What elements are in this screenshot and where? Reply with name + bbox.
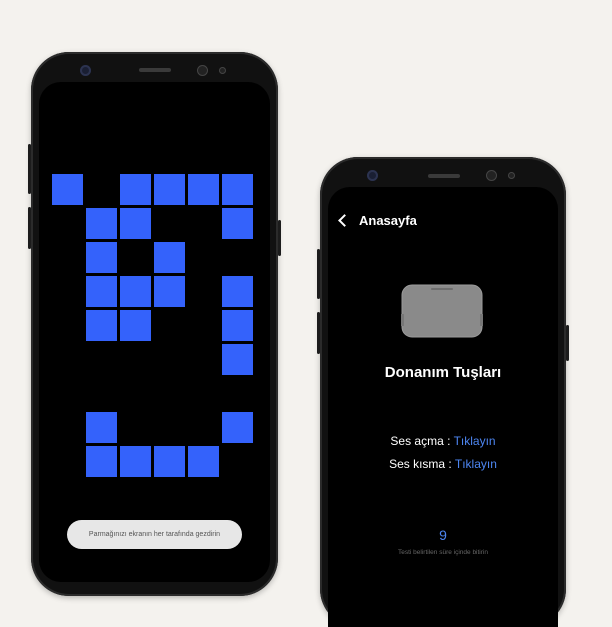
- front-camera-icon: [80, 65, 91, 76]
- hardware-keys-screen: Anasayfa Donanım Tuşları Ses açma : Tıkl…: [328, 187, 558, 627]
- iris-sensor-icon: [197, 65, 208, 76]
- touch-grid-cell[interactable]: [153, 241, 186, 274]
- touch-grid-cell[interactable]: [187, 445, 220, 478]
- bixby-button: [28, 207, 31, 249]
- bixby-button: [317, 312, 320, 354]
- volume-down-row: Ses kısma : Tıklayın: [328, 457, 558, 471]
- power-button: [278, 220, 281, 256]
- countdown-caption: Testi belirtilen süre içinde bitirin: [398, 549, 488, 556]
- volume-up-row: Ses açma : Tıklayın: [328, 434, 558, 448]
- power-button: [566, 325, 569, 361]
- speaker-grille: [428, 174, 460, 178]
- touch-grid-cell[interactable]: [153, 173, 186, 206]
- volume-up-link[interactable]: Tıklayın: [454, 434, 496, 448]
- nav-bar: Anasayfa: [338, 213, 417, 228]
- proximity-sensor-icon: [508, 172, 515, 179]
- volume-button: [317, 249, 320, 299]
- speaker-grille: [139, 68, 171, 72]
- touch-grid-cell[interactable]: [51, 173, 84, 206]
- touch-grid-cell[interactable]: [85, 275, 118, 308]
- touch-grid-cell[interactable]: [119, 207, 152, 240]
- phone-right: Anasayfa Donanım Tuşları Ses açma : Tıkl…: [317, 157, 569, 627]
- countdown-value: 9: [439, 527, 447, 543]
- touch-grid-cell[interactable]: [119, 445, 152, 478]
- touch-grid-cell[interactable]: [85, 207, 118, 240]
- touch-grid-cell[interactable]: [221, 173, 254, 206]
- touch-grid-cell[interactable]: [221, 343, 254, 376]
- touch-grid-cell[interactable]: [187, 173, 220, 206]
- volume-button: [28, 144, 31, 194]
- touch-grid-cell[interactable]: [153, 275, 186, 308]
- iris-sensor-icon: [486, 170, 497, 181]
- touch-grid-cell[interactable]: [85, 411, 118, 444]
- chevron-left-icon[interactable]: [338, 214, 351, 227]
- hardware-keys-icon: [401, 284, 483, 338]
- touch-grid-cell[interactable]: [119, 173, 152, 206]
- touch-grid-cell[interactable]: [221, 207, 254, 240]
- nav-title[interactable]: Anasayfa: [359, 213, 417, 228]
- instruction-toast: Parmağınızı ekranın her tarafında gezdir…: [67, 520, 242, 549]
- proximity-sensor-icon: [219, 67, 226, 74]
- volume-down-link[interactable]: Tıklayın: [455, 457, 497, 471]
- touch-grid-cell[interactable]: [85, 241, 118, 274]
- touch-grid-cell[interactable]: [85, 309, 118, 342]
- touch-grid-cell[interactable]: [153, 445, 186, 478]
- touch-grid-cell[interactable]: [221, 309, 254, 342]
- volume-down-label: Ses kısma :: [389, 457, 455, 471]
- page-title: Donanım Tuşları: [384, 364, 502, 381]
- touch-grid-cell[interactable]: [221, 275, 254, 308]
- front-camera-icon: [367, 170, 378, 181]
- touch-grid-cell[interactable]: [119, 275, 152, 308]
- touch-grid-cell[interactable]: [221, 411, 254, 444]
- touch-test-screen[interactable]: Parmağınızı ekranın her tarafında gezdir…: [39, 82, 270, 582]
- volume-up-label: Ses açma :: [390, 434, 454, 448]
- touch-grid-cell[interactable]: [85, 445, 118, 478]
- touch-grid-cell[interactable]: [119, 309, 152, 342]
- phone-left: Parmağınızı ekranın her tarafında gezdir…: [28, 52, 281, 596]
